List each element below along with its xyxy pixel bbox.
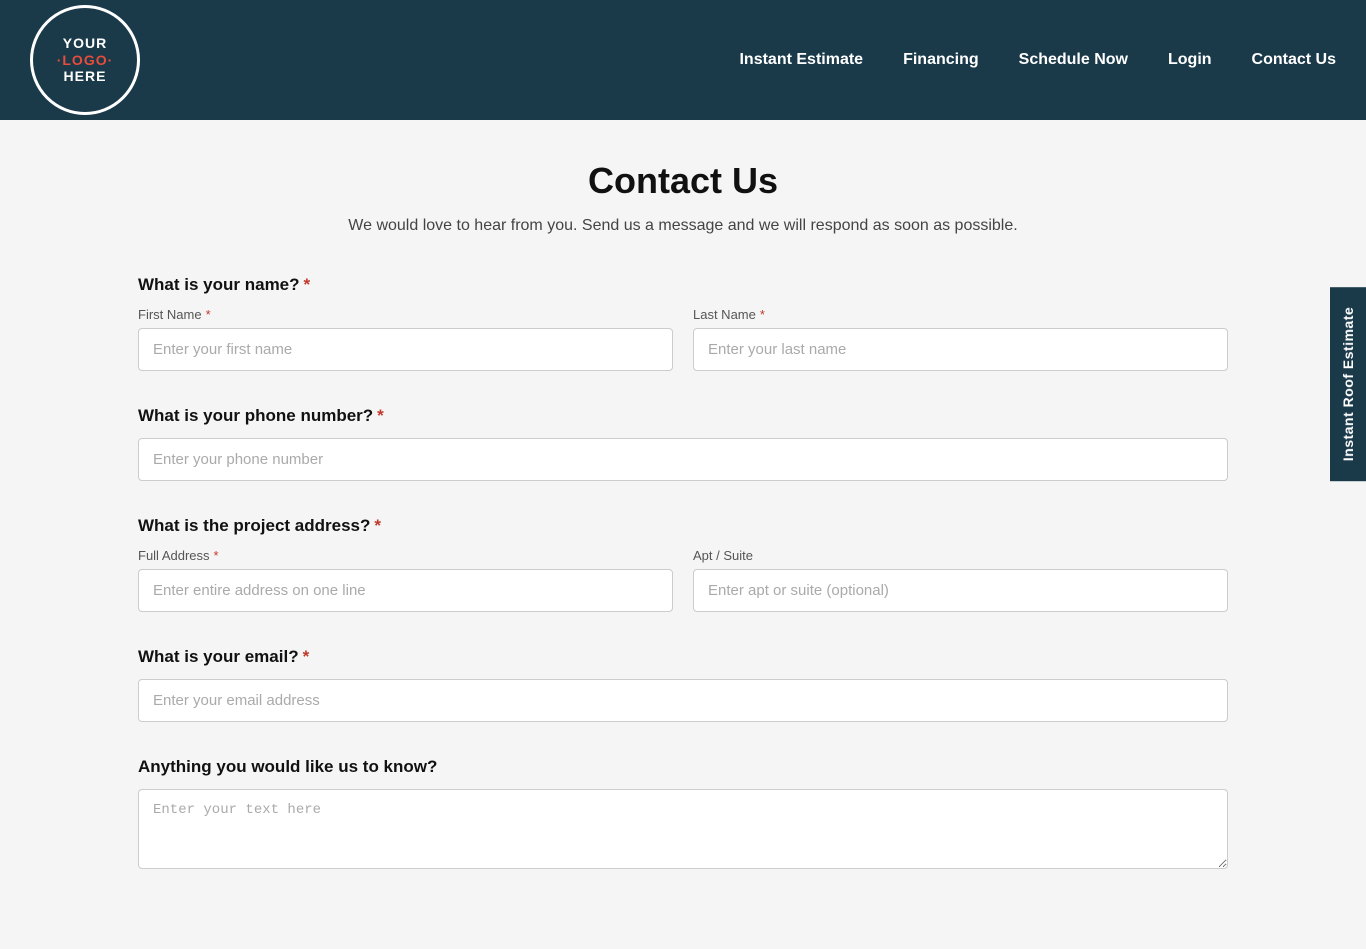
page-title: Contact Us (138, 160, 1228, 202)
nav-instant-estimate[interactable]: Instant Estimate (739, 51, 863, 69)
notes-section-label: Anything you would like us to know? (138, 757, 1228, 777)
contact-form: What is your name?* First Name* Last Nam… (138, 275, 1228, 874)
nav-contact-us[interactable]: Contact Us (1252, 51, 1336, 69)
apt-suite-group: Apt / Suite (693, 548, 1228, 612)
name-section: What is your name?* First Name* Last Nam… (138, 275, 1228, 371)
logo-line1: YOUR (63, 35, 107, 52)
address-field-row: Full Address* Apt / Suite (138, 548, 1228, 612)
email-section: What is your email?* (138, 647, 1228, 722)
nav-financing[interactable]: Financing (903, 51, 979, 69)
last-name-label: Last Name* (693, 307, 1228, 322)
page-subtitle: We would love to hear from you. Send us … (138, 217, 1228, 235)
full-address-input[interactable] (138, 569, 673, 612)
address-required-star: * (374, 516, 381, 535)
main-nav: Instant Estimate Financing Schedule Now … (739, 51, 1336, 69)
site-header: YOUR ·LOGO· HERE Instant Estimate Financ… (0, 0, 1366, 120)
full-address-label: Full Address* (138, 548, 673, 563)
logo-line2: ·LOGO· (57, 52, 114, 69)
apt-suite-input[interactable] (693, 569, 1228, 612)
email-input[interactable] (138, 679, 1228, 722)
full-address-group: Full Address* (138, 548, 673, 612)
apt-suite-label: Apt / Suite (693, 548, 1228, 563)
notes-textarea[interactable] (138, 789, 1228, 869)
phone-section: What is your phone number?* (138, 406, 1228, 481)
first-name-input[interactable] (138, 328, 673, 371)
phone-input[interactable] (138, 438, 1228, 481)
email-required-star: * (303, 647, 310, 666)
email-section-label: What is your email?* (138, 647, 1228, 667)
first-name-group: First Name* (138, 307, 673, 371)
last-name-input[interactable] (693, 328, 1228, 371)
instant-roof-estimate-tab[interactable]: Instant Roof Estimate (1330, 287, 1366, 481)
name-field-row: First Name* Last Name* (138, 307, 1228, 371)
phone-section-label: What is your phone number?* (138, 406, 1228, 426)
name-section-label: What is your name?* (138, 275, 1228, 295)
logo[interactable]: YOUR ·LOGO· HERE (30, 5, 140, 115)
main-content: Contact Us We would love to hear from yo… (118, 120, 1248, 949)
last-name-group: Last Name* (693, 307, 1228, 371)
first-name-label: First Name* (138, 307, 673, 322)
logo-line3: HERE (64, 68, 107, 85)
address-section: What is the project address?* Full Addre… (138, 516, 1228, 612)
nav-schedule-now[interactable]: Schedule Now (1019, 51, 1128, 69)
nav-login[interactable]: Login (1168, 51, 1212, 69)
name-required-star: * (304, 275, 311, 294)
notes-section: Anything you would like us to know? (138, 757, 1228, 874)
address-section-label: What is the project address?* (138, 516, 1228, 536)
phone-required-star: * (377, 406, 384, 425)
